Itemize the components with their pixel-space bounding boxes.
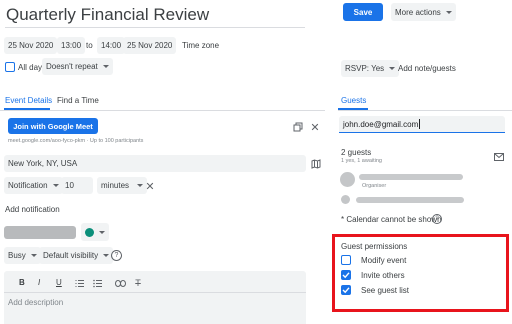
end-date-field[interactable]: 25 Nov 2020 <box>123 37 177 54</box>
bold-button[interactable]: B <box>19 278 25 287</box>
notification-unit-value: minutes <box>101 181 130 190</box>
notification-amount-value: 10 <box>65 181 74 190</box>
save-label: Save <box>353 7 373 17</box>
checkmark-icon <box>342 287 350 294</box>
guest-count: 2 guests <box>341 148 372 157</box>
map-icon[interactable] <box>310 158 322 170</box>
guest-name-organiser <box>359 174 463 180</box>
rsvp-dropdown[interactable]: RSVP: Yes <box>341 60 400 77</box>
avatar <box>340 172 355 187</box>
start-date-field[interactable]: 25 Nov 2020 <box>4 37 58 54</box>
copy-icon[interactable] <box>292 121 304 133</box>
busy-dropdown[interactable]: Busy <box>4 247 41 264</box>
end-time-field[interactable]: 14:00 <box>97 37 126 54</box>
add-note-link[interactable]: Add note/guests <box>398 64 456 73</box>
numbered-list-icon[interactable] <box>74 277 86 289</box>
chevron-down-icon <box>389 67 396 70</box>
all-day-label: All day <box>18 63 43 72</box>
notification-type-dropdown[interactable]: Notification <box>4 177 63 194</box>
start-time-field[interactable]: 13:00 <box>57 37 86 54</box>
event-title[interactable]: Quarterly Financial Review <box>6 5 209 25</box>
all-day-checkbox[interactable] <box>5 62 15 72</box>
remove-notification-icon[interactable]: ✕ <box>144 180 156 193</box>
join-meet-label: Join with Google Meet <box>13 121 93 131</box>
tab-divider <box>0 110 325 111</box>
invite-others-label: Invite others <box>361 271 405 280</box>
tab-guests[interactable]: Guests <box>341 96 366 105</box>
add-notification-link[interactable]: Add notification <box>5 205 60 214</box>
visibility-value: Default visibility <box>43 251 99 260</box>
timezone-link[interactable]: Time zone <box>182 41 219 50</box>
chevron-down-icon <box>52 184 59 187</box>
email-guests-icon[interactable] <box>493 151 505 163</box>
more-actions-label: More actions <box>395 7 441 17</box>
permissions-title: Guest permissions <box>341 242 408 251</box>
more-actions-dropdown[interactable]: More actions <box>391 3 456 21</box>
description-placeholder: Add description <box>8 298 64 307</box>
help-icon[interactable]: ? <box>111 250 122 261</box>
see-guest-list-checkbox[interactable] <box>341 285 351 295</box>
guest-name <box>356 197 464 203</box>
modify-event-label: Modify event <box>361 256 407 265</box>
chevron-down-icon <box>30 254 37 257</box>
tab-event-details[interactable]: Event Details <box>5 96 52 105</box>
invite-others-checkbox[interactable] <box>341 270 351 280</box>
guest-count-detail: 1 yes, 1 awaiting <box>341 158 382 164</box>
location-value: New York, NY, USA <box>8 159 78 168</box>
busy-value: Busy <box>8 251 26 260</box>
text-cursor <box>419 119 421 129</box>
guests-tab-divider <box>338 110 512 111</box>
title-underline <box>5 27 305 28</box>
tab-find-time[interactable]: Find a Time <box>57 96 99 105</box>
help-icon[interactable]: ? <box>432 214 442 224</box>
link-icon[interactable] <box>114 277 126 289</box>
italic-button[interactable]: I <box>38 278 40 287</box>
chevron-down-icon <box>102 65 109 68</box>
chevron-down-icon <box>137 184 144 187</box>
close-icon[interactable]: ✕ <box>309 121 321 134</box>
rsvp-value: RSVP: Yes <box>345 64 385 73</box>
modify-event-checkbox[interactable] <box>341 255 351 265</box>
notification-type-value: Notification <box>8 181 48 190</box>
save-button[interactable]: Save <box>343 3 383 21</box>
chevron-down-icon <box>445 10 452 14</box>
see-guest-list-label: See guest list <box>361 286 410 295</box>
chevron-down-icon <box>103 254 110 257</box>
underline-button[interactable]: U <box>56 278 62 287</box>
chevron-down-icon <box>99 230 105 234</box>
visibility-dropdown[interactable]: Default visibility <box>39 247 114 264</box>
calendar-owner-dropdown[interactable] <box>4 226 76 239</box>
location-field[interactable]: New York, NY, USA <box>4 155 306 172</box>
repeat-dropdown[interactable]: Doesn't repeat <box>42 58 113 75</box>
event-color-dropdown[interactable] <box>81 223 109 241</box>
editor-toolbar-divider <box>4 292 306 293</box>
checkmark-icon <box>342 272 350 279</box>
clear-format-icon[interactable]: T <box>132 277 144 289</box>
meet-link[interactable]: meet.google.com/aoo-fyco-pkm · Up to 100… <box>8 138 143 144</box>
notification-unit-dropdown[interactable]: minutes <box>97 177 148 194</box>
bulleted-list-icon[interactable] <box>92 277 104 289</box>
notification-amount-input[interactable]: 10 <box>61 177 93 194</box>
organiser-label: Organiser <box>362 183 387 189</box>
avatar <box>341 195 350 204</box>
event-color-swatch <box>85 227 94 237</box>
guest-input-value: john.doe@gmail.com <box>343 119 419 129</box>
calendar-note: * Calendar cannot be shown <box>341 215 442 224</box>
repeat-value: Doesn't repeat <box>46 62 98 71</box>
to-label: to <box>86 41 93 50</box>
guest-input[interactable]: john.doe@gmail.com <box>339 116 505 133</box>
join-meet-button[interactable]: Join with Google Meet <box>8 118 98 134</box>
